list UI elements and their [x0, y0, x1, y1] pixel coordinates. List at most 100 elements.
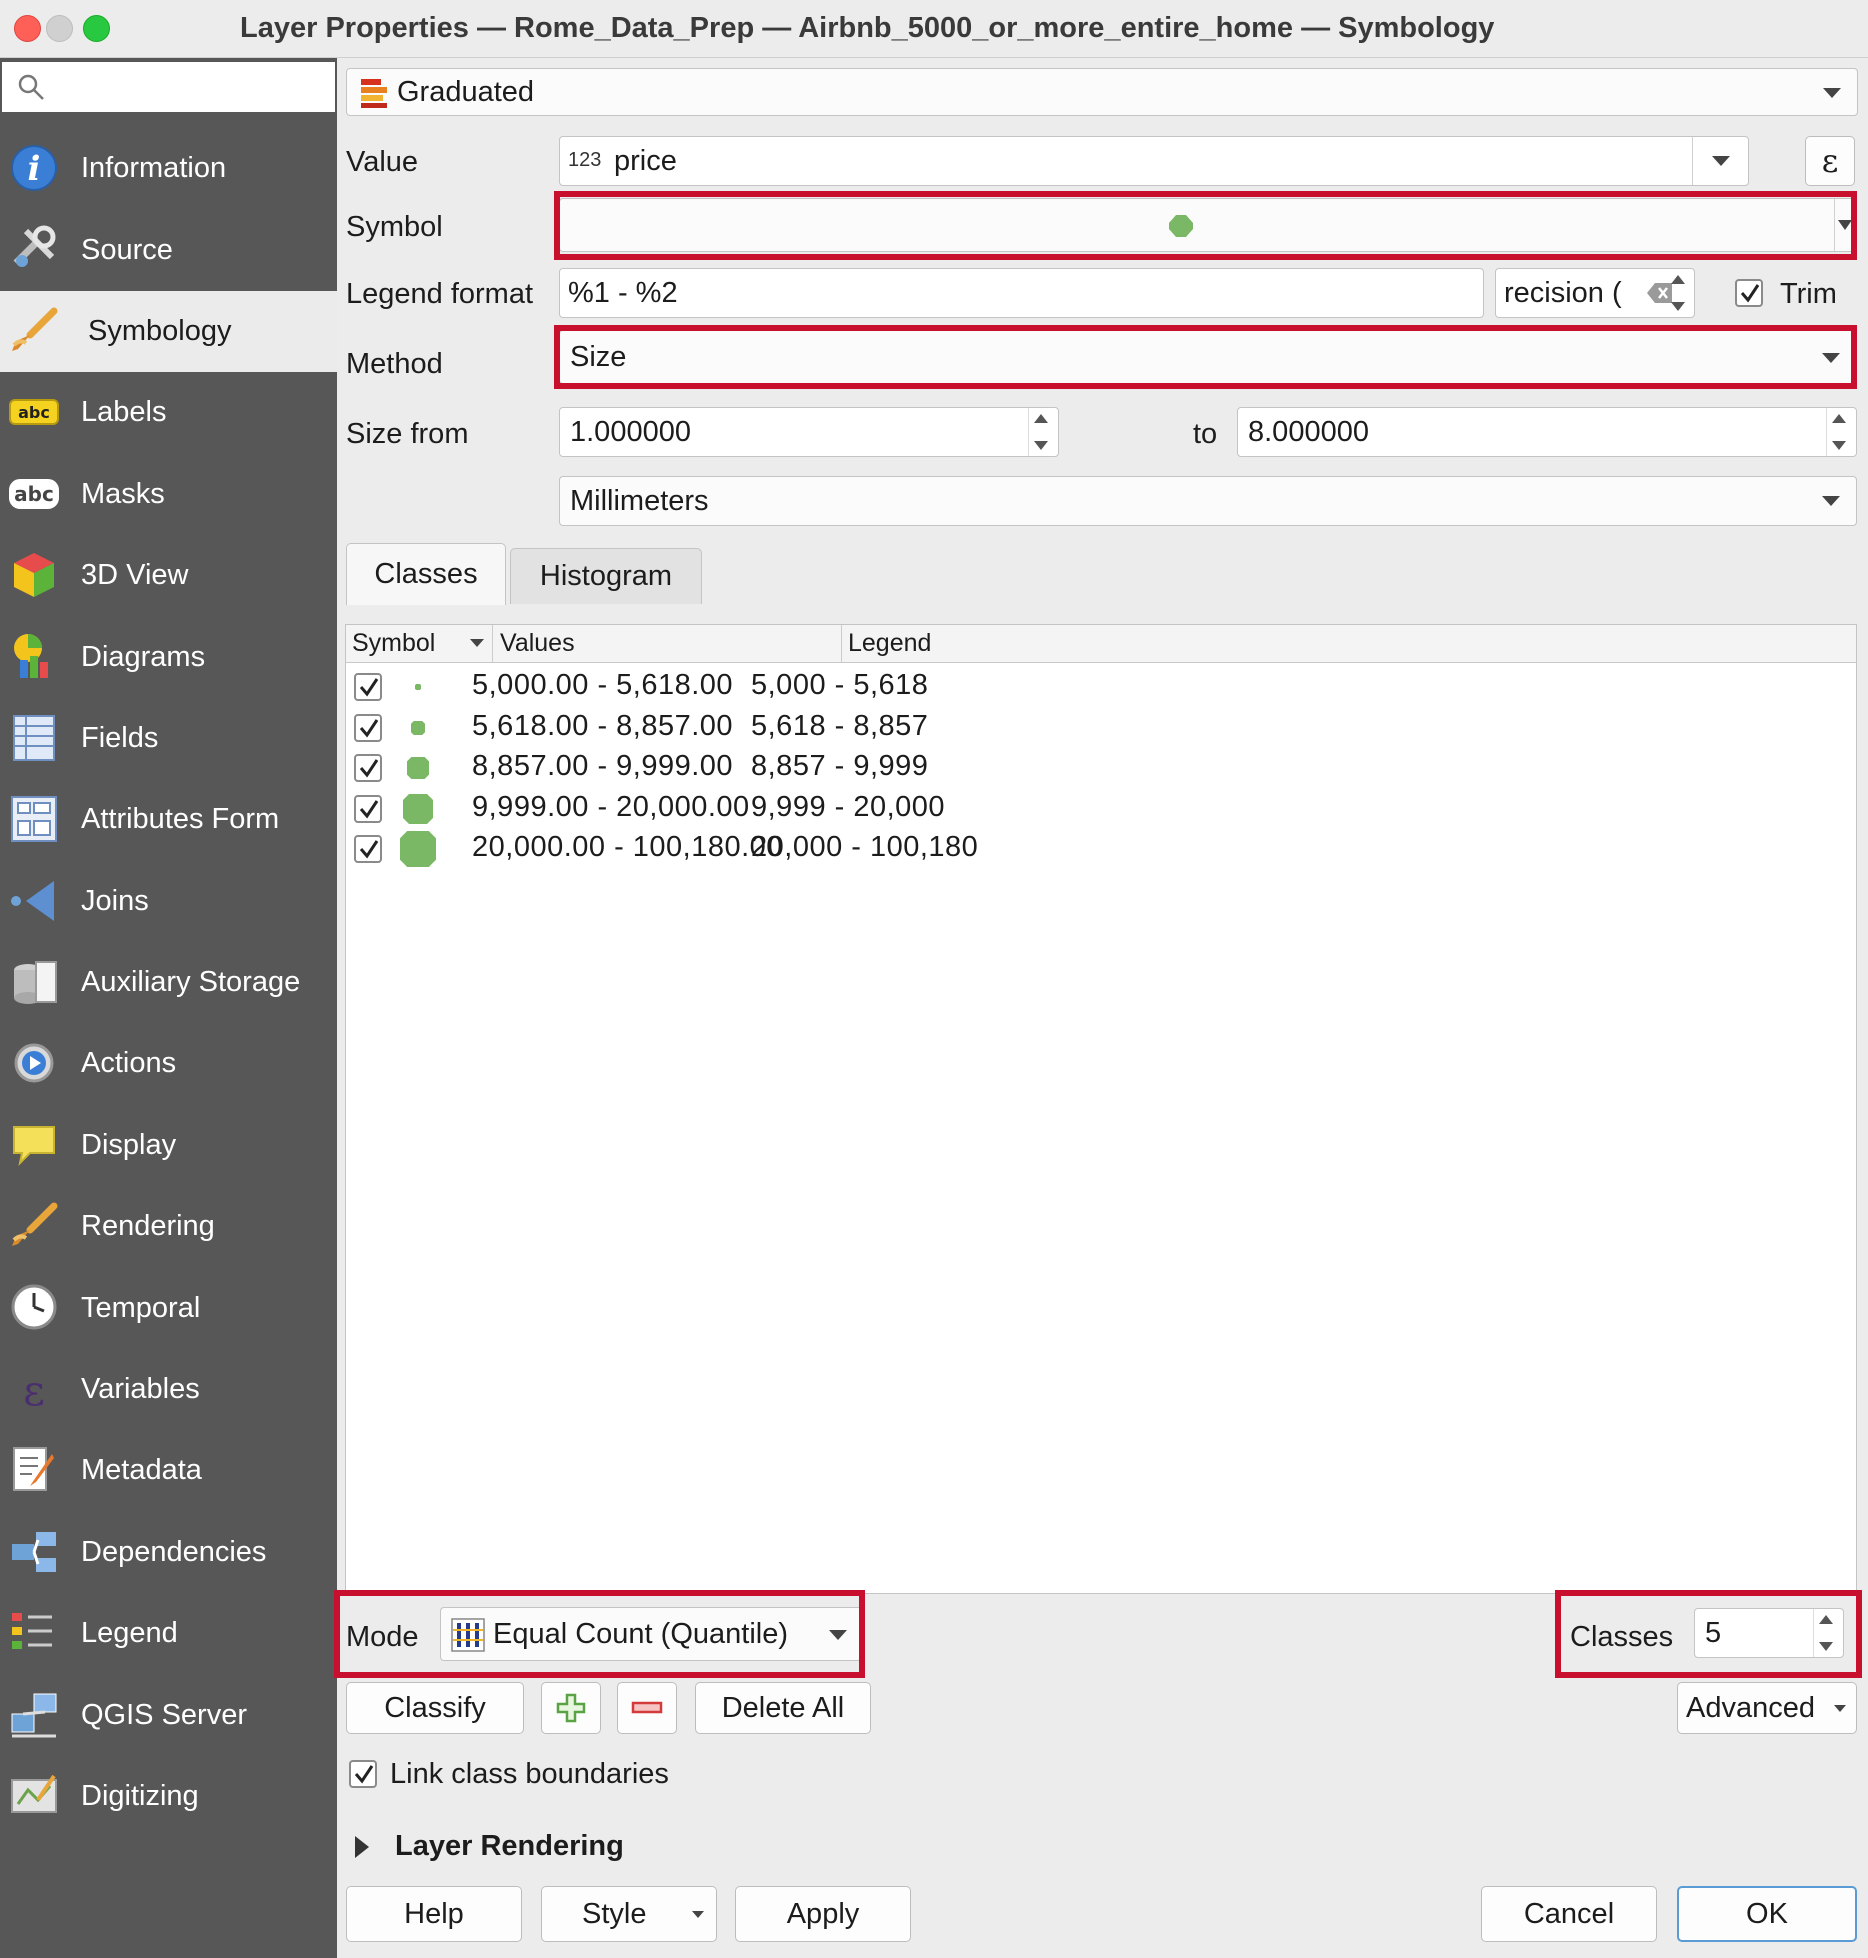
sidebar-item-3d-view[interactable]: 3D View: [0, 535, 337, 616]
class-legend-cell[interactable]: 5,000 - 5,618: [751, 669, 928, 702]
close-window-button[interactable]: [14, 15, 41, 42]
class-symbol-icon[interactable]: [398, 829, 438, 869]
class-values-cell[interactable]: 20,000.00 - 100,180.00: [472, 831, 783, 864]
size-to-stepper[interactable]: [1826, 408, 1852, 456]
class-legend-cell[interactable]: 8,857 - 9,999: [751, 750, 928, 783]
size-to-value: 8.000000: [1248, 416, 1369, 448]
sidebar-item-symbology[interactable]: Symbology: [0, 290, 337, 373]
chevron-down-icon: [1822, 496, 1840, 506]
expand-triangle-icon[interactable]: [353, 1834, 371, 1860]
sidebar-item-diagrams[interactable]: Diagrams: [0, 616, 337, 697]
style-button[interactable]: Style: [541, 1886, 717, 1942]
class-symbol-icon[interactable]: [398, 708, 438, 748]
precision-stepper[interactable]: [1666, 269, 1692, 317]
labels-abc-icon: abc: [9, 399, 59, 426]
class-symbol-icon[interactable]: [398, 748, 438, 788]
tab-histogram[interactable]: Histogram: [510, 548, 702, 604]
class-values-cell[interactable]: 9,999.00 - 20,000.00: [472, 791, 750, 824]
legend-format-label: Legend format: [346, 278, 534, 310]
sidebar-item-labels[interactable]: abc Labels: [0, 372, 337, 453]
sidebar-item-metadata[interactable]: Metadata: [0, 1430, 337, 1511]
legend-format-input[interactable]: %1 - %2: [559, 268, 1484, 318]
class-legend-cell[interactable]: 5,618 - 8,857: [751, 710, 928, 743]
class-symbol-icon[interactable]: [398, 789, 438, 829]
class-visible-checkbox[interactable]: [354, 794, 382, 823]
paintbrush-icon: [12, 1202, 58, 1247]
class-visible-checkbox[interactable]: [354, 835, 382, 863]
size-to-spinbox[interactable]: 8.000000: [1237, 407, 1857, 457]
class-visible-checkbox[interactable]: [354, 713, 382, 742]
speech-bubble-icon: [13, 1125, 55, 1166]
sidebar-search-input[interactable]: [2, 62, 335, 112]
sidebar-item-source[interactable]: Source: [0, 209, 337, 290]
size-from-spinbox[interactable]: 1.000000: [559, 407, 1059, 457]
symbol-dropdown-button[interactable]: [1834, 199, 1856, 251]
sidebar-item-masks[interactable]: abc Masks: [0, 454, 337, 535]
sidebar-item-digitizing[interactable]: Digitizing: [0, 1756, 337, 1837]
value-field-combo[interactable]: 123 price: [559, 136, 1749, 186]
zoom-window-button[interactable]: [83, 15, 110, 42]
sidebar-item-qgis-server[interactable]: QGIS Server: [0, 1674, 337, 1755]
table-row[interactable]: 20,000.00 - 100,180.00 20,000 - 100,180: [346, 829, 1856, 869]
mode-combo[interactable]: Equal Count (Quantile): [440, 1607, 862, 1661]
sidebar-item-joins[interactable]: Joins: [0, 861, 337, 942]
class-values-cell[interactable]: 5,000.00 - 5,618.00: [472, 669, 733, 702]
class-visible-checkbox[interactable]: [354, 673, 382, 701]
add-class-button[interactable]: [541, 1682, 601, 1734]
sidebar-item-display[interactable]: Display: [0, 1105, 337, 1186]
advanced-button[interactable]: Advanced: [1677, 1682, 1857, 1734]
precision-spinbox[interactable]: recision (: [1495, 268, 1695, 318]
tab-classes[interactable]: Classes: [346, 543, 506, 605]
size-from-label: Size from: [346, 418, 469, 450]
expression-epsilon-button[interactable]: ε: [1805, 136, 1855, 186]
digitizing-icon: [11, 1774, 57, 1813]
symbol-button[interactable]: [559, 198, 1857, 252]
sidebar-item-rendering[interactable]: Rendering: [0, 1186, 337, 1267]
class-legend-cell[interactable]: 20,000 - 100,180: [751, 831, 978, 864]
size-from-stepper[interactable]: [1028, 408, 1054, 456]
table-row[interactable]: 5,000.00 - 5,618.00 5,000 - 5,618: [346, 667, 1856, 707]
method-value: Size: [570, 341, 627, 373]
sidebar-item-legend[interactable]: Legend: [0, 1593, 337, 1674]
sidebar-item-dependencies[interactable]: Dependencies: [0, 1512, 337, 1593]
class-symbol-icon[interactable]: [398, 667, 438, 707]
sidebar-item-attributes-form[interactable]: Attributes Form: [0, 779, 337, 860]
classes-table[interactable]: Symbol Values Legend 5,000.00 - 5,618.00…: [345, 624, 1857, 1594]
renderer-combo[interactable]: Graduated: [346, 68, 1858, 116]
column-header-values[interactable]: Values: [500, 629, 575, 658]
trim-checkbox[interactable]: [1735, 279, 1763, 307]
sidebar-item-information[interactable]: i Information: [0, 128, 337, 209]
cancel-button[interactable]: Cancel: [1481, 1886, 1657, 1942]
sidebar-search-field[interactable]: [52, 68, 322, 106]
classes-spinbox[interactable]: 5: [1694, 1608, 1844, 1658]
method-combo[interactable]: Size: [559, 330, 1857, 384]
column-header-symbol[interactable]: Symbol: [352, 629, 435, 658]
table-row[interactable]: 5,618.00 - 8,857.00 5,618 - 8,857: [346, 708, 1856, 748]
precision-value: recision (: [1504, 277, 1622, 309]
layer-rendering-header[interactable]: Layer Rendering: [395, 1830, 624, 1863]
sidebar-item-variables[interactable]: ε Variables: [0, 1349, 337, 1430]
value-dropdown-button[interactable]: [1692, 137, 1748, 185]
table-row[interactable]: 9,999.00 - 20,000.00 9,999 - 20,000: [346, 789, 1856, 829]
minimize-window-button[interactable]: [46, 15, 73, 42]
sidebar-item-auxiliary-storage[interactable]: Auxiliary Storage: [0, 942, 337, 1023]
sidebar-item-actions[interactable]: Actions: [0, 1023, 337, 1104]
class-values-cell[interactable]: 5,618.00 - 8,857.00: [472, 710, 733, 743]
sidebar-item-temporal[interactable]: Temporal: [0, 1267, 337, 1348]
class-visible-checkbox[interactable]: [354, 754, 382, 782]
delete-class-button[interactable]: [617, 1682, 677, 1734]
checkmark-icon: [359, 678, 379, 697]
apply-button[interactable]: Apply: [735, 1886, 911, 1942]
class-legend-cell[interactable]: 9,999 - 20,000: [751, 791, 945, 824]
unit-combo[interactable]: Millimeters: [559, 476, 1857, 526]
classes-stepper[interactable]: [1813, 1609, 1839, 1657]
table-row[interactable]: 8,857.00 - 9,999.00 8,857 - 9,999: [346, 748, 1856, 788]
link-class-boundaries-checkbox[interactable]: [349, 1760, 377, 1788]
class-values-cell[interactable]: 8,857.00 - 9,999.00: [472, 750, 733, 783]
ok-button[interactable]: OK: [1677, 1886, 1857, 1942]
help-button[interactable]: Help: [346, 1886, 522, 1942]
sidebar-item-fields[interactable]: Fields: [0, 698, 337, 779]
delete-all-button[interactable]: Delete All: [695, 1682, 871, 1734]
classify-button[interactable]: Classify: [346, 1682, 524, 1734]
column-header-legend[interactable]: Legend: [848, 629, 931, 658]
